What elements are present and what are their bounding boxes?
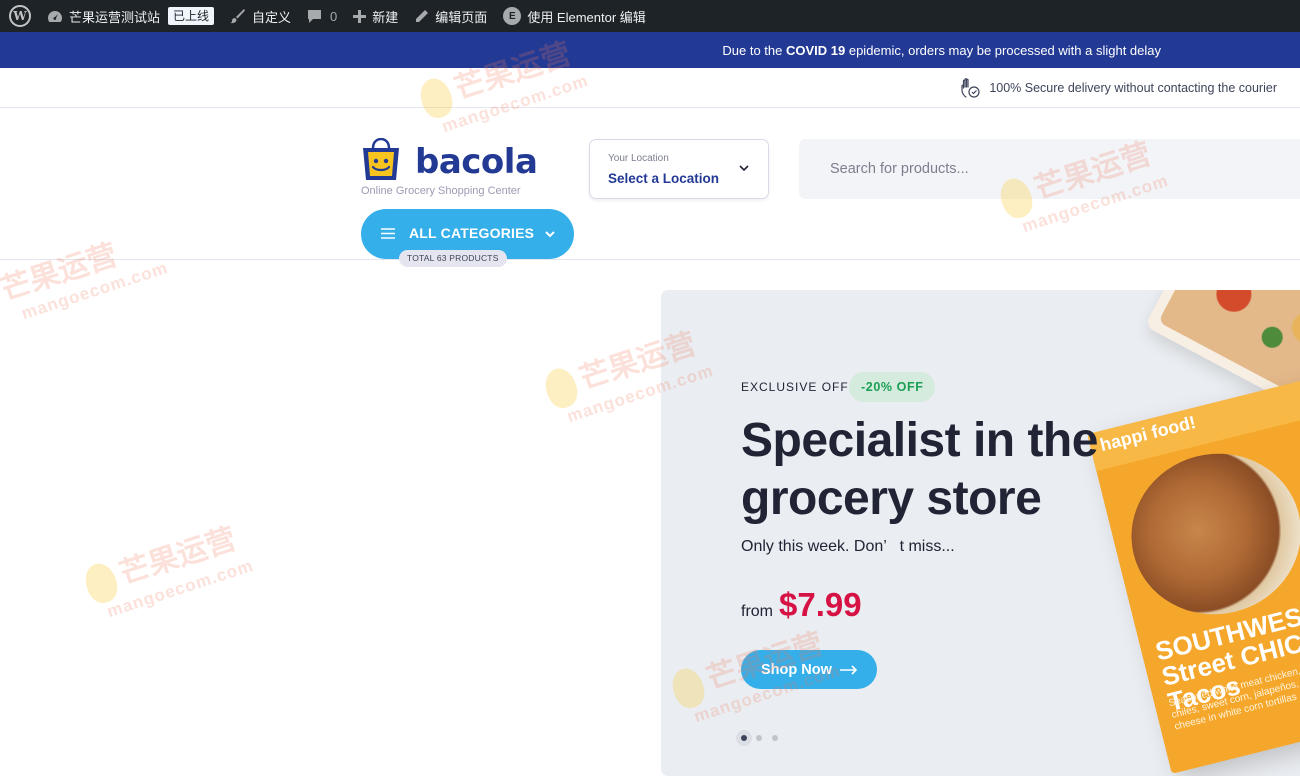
price-prefix: from: [741, 603, 773, 620]
price-value: $7.99: [779, 586, 862, 623]
notice-suffix: epidemic, orders may be processed with a…: [845, 42, 1161, 58]
comments-link[interactable]: 0: [299, 0, 345, 32]
edit-page-label: 编辑页面: [435, 9, 488, 25]
location-selector[interactable]: Your Location Select a Location: [589, 139, 769, 199]
pear-icon: [80, 559, 122, 607]
wordpress-icon: W: [9, 5, 31, 27]
shop-now-label: Shop Now: [761, 661, 832, 678]
hero-subtitle: Only this week. Don’ t miss...: [741, 538, 955, 555]
elementor-edit-link[interactable]: E 使用 Elementor 编辑: [495, 0, 653, 32]
slider-dot-3[interactable]: [772, 735, 778, 741]
watermark: 芒果运营 mangoecom.com: [79, 511, 256, 626]
secure-delivery-text: 100% Secure delivery without contacting …: [989, 80, 1277, 95]
notice-highlight: COVID 19: [785, 42, 846, 58]
customize-label: 自定义: [252, 9, 292, 25]
brush-icon: [230, 8, 246, 24]
hero-price: from $7.99: [741, 586, 862, 624]
chevron-down-icon: [739, 165, 749, 172]
chevron-down-icon: [545, 231, 555, 238]
search-box: [799, 139, 1300, 199]
customize-link[interactable]: 自定义: [222, 0, 299, 32]
all-categories-label: ALL CATEGORIES: [409, 225, 535, 241]
site-status-badge: 已上线: [168, 7, 215, 25]
search-input[interactable]: [799, 139, 1300, 199]
site-name: 芒果运营测试站: [69, 9, 161, 25]
hero-headline: Specialist in the grocery store: [741, 414, 1098, 525]
site-name-menu[interactable]: 芒果运营测试站 已上线: [39, 0, 222, 32]
secure-hand-icon: [961, 77, 980, 98]
shop-now-button[interactable]: Shop Now: [741, 650, 877, 689]
comments-count: 0: [330, 8, 338, 24]
pear-icon: [540, 364, 582, 412]
location-caption: Your Location: [608, 153, 669, 164]
total-products-badge: TOTAL 63 PRODUCTS: [399, 250, 507, 267]
logo-wordmark: bacola: [415, 142, 538, 182]
slider-dot-1[interactable]: [736, 730, 752, 746]
secure-delivery-bar: 100% Secure delivery without contacting …: [0, 68, 1300, 108]
arrow-right-icon: [839, 664, 858, 675]
new-content-menu[interactable]: 新建: [345, 0, 406, 32]
comment-icon: [307, 9, 322, 24]
location-value: Select a Location: [608, 171, 720, 186]
logo-tagline: Online Grocery Shopping Center: [361, 185, 521, 197]
edit-page-link[interactable]: 编辑页面: [406, 0, 495, 32]
elementor-edit-label: 使用 Elementor 编辑: [527, 9, 646, 25]
plus-icon: [353, 9, 367, 23]
hero-slider: happi food! SOUTHWESTERN Street CHICKEN …: [661, 290, 1300, 776]
wp-logo-menu[interactable]: W: [0, 0, 39, 32]
notice-prefix: Due to the: [722, 42, 786, 58]
shopping-bag-logo-icon: [363, 138, 399, 180]
elementor-icon: E: [503, 7, 522, 25]
slider-pagination: [736, 730, 788, 746]
discount-badge: -20% OFF: [849, 372, 936, 402]
notice-bar: Due to the COVID 19 epidemic, orders may…: [0, 32, 1300, 68]
new-label: 新建: [372, 9, 399, 25]
slider-dot-2[interactable]: [756, 735, 762, 741]
menu-icon: [381, 228, 395, 239]
dashboard-icon: [47, 9, 63, 23]
pencil-icon: [414, 9, 429, 24]
wp-admin-bar: W 芒果运营测试站 已上线 自定义 0 新建 编辑页面 E 使用 Element…: [0, 0, 1300, 32]
site-header: bacola Online Grocery Shopping Center Yo…: [0, 108, 1300, 267]
